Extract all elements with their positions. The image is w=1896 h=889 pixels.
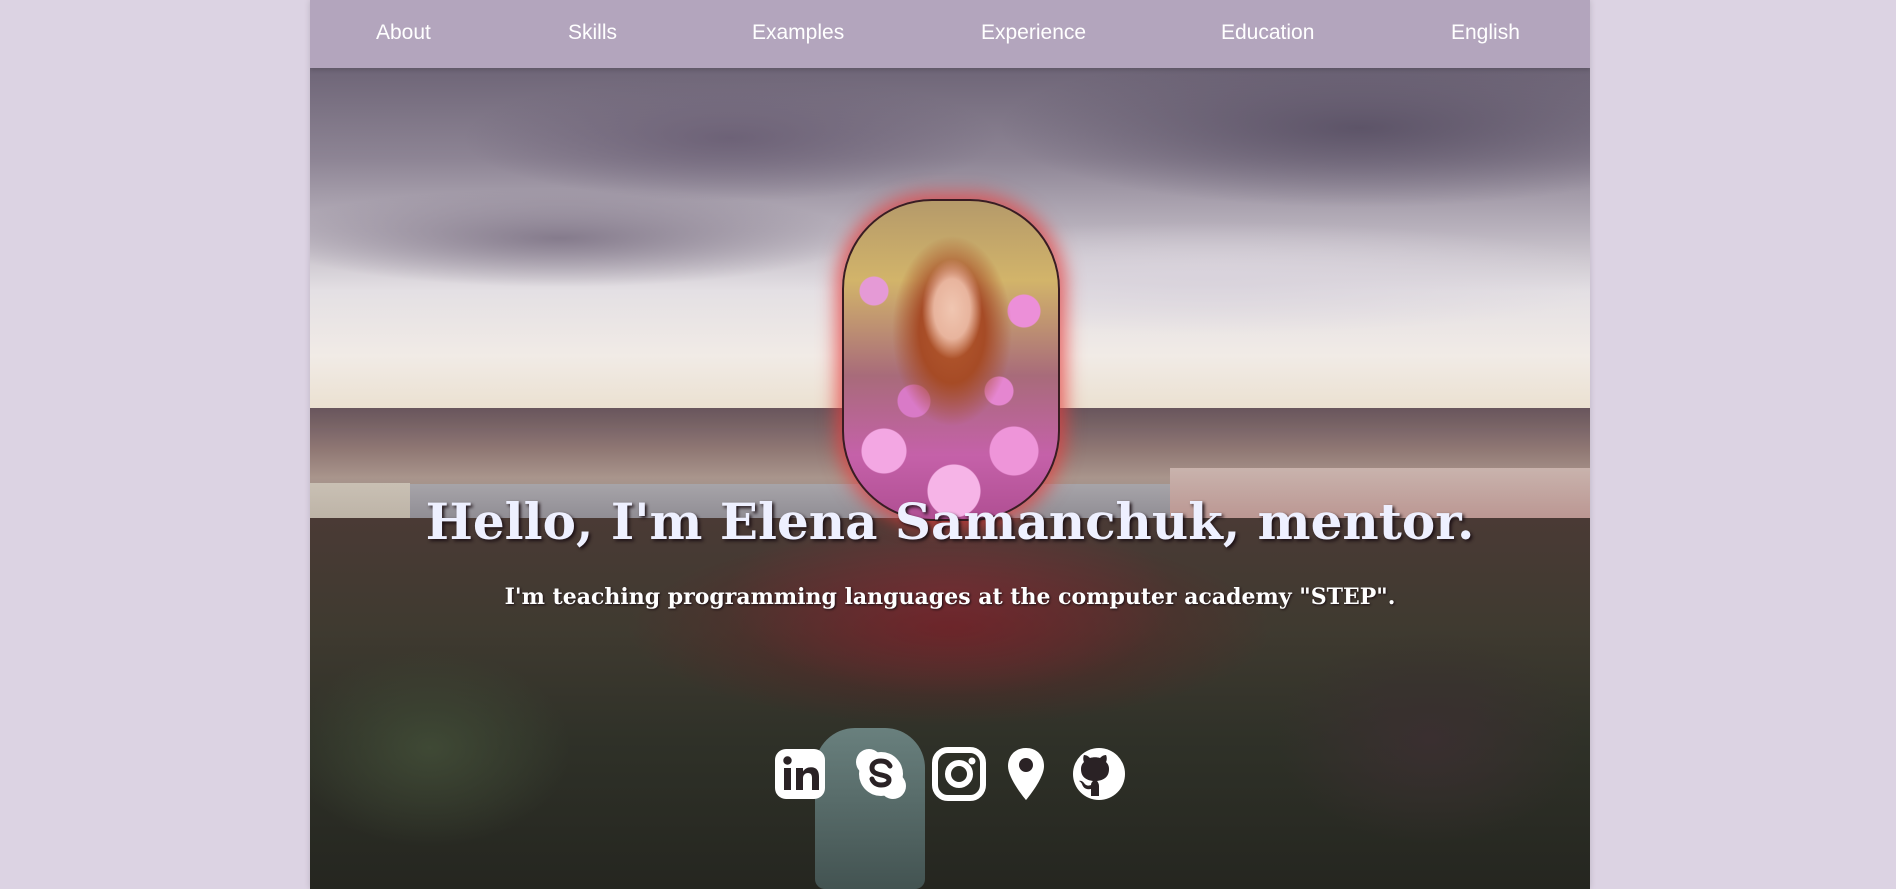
profile-photo xyxy=(842,199,1060,521)
nav-about[interactable]: About xyxy=(376,0,431,68)
skype-icon[interactable] xyxy=(853,746,909,802)
top-navigation: About Skills Examples Experience Educati… xyxy=(310,0,1590,68)
instagram-icon[interactable] xyxy=(931,746,987,802)
nav-examples[interactable]: Examples xyxy=(752,0,844,68)
nav-skills[interactable]: Skills xyxy=(568,0,617,68)
location-pin-icon[interactable] xyxy=(1004,746,1048,802)
language-selector[interactable]: English xyxy=(1451,0,1520,68)
nav-experience[interactable]: Experience xyxy=(981,0,1086,68)
linkedin-icon[interactable] xyxy=(773,746,827,802)
github-icon[interactable] xyxy=(1071,746,1127,802)
hero-subline: I'm teaching programming languages at th… xyxy=(504,584,1396,610)
page: About Skills Examples Experience Educati… xyxy=(310,0,1590,889)
hero-headline: Hello, I'm Elena Samanchuk, mentor. xyxy=(425,492,1475,551)
nav-education[interactable]: Education xyxy=(1221,0,1314,68)
